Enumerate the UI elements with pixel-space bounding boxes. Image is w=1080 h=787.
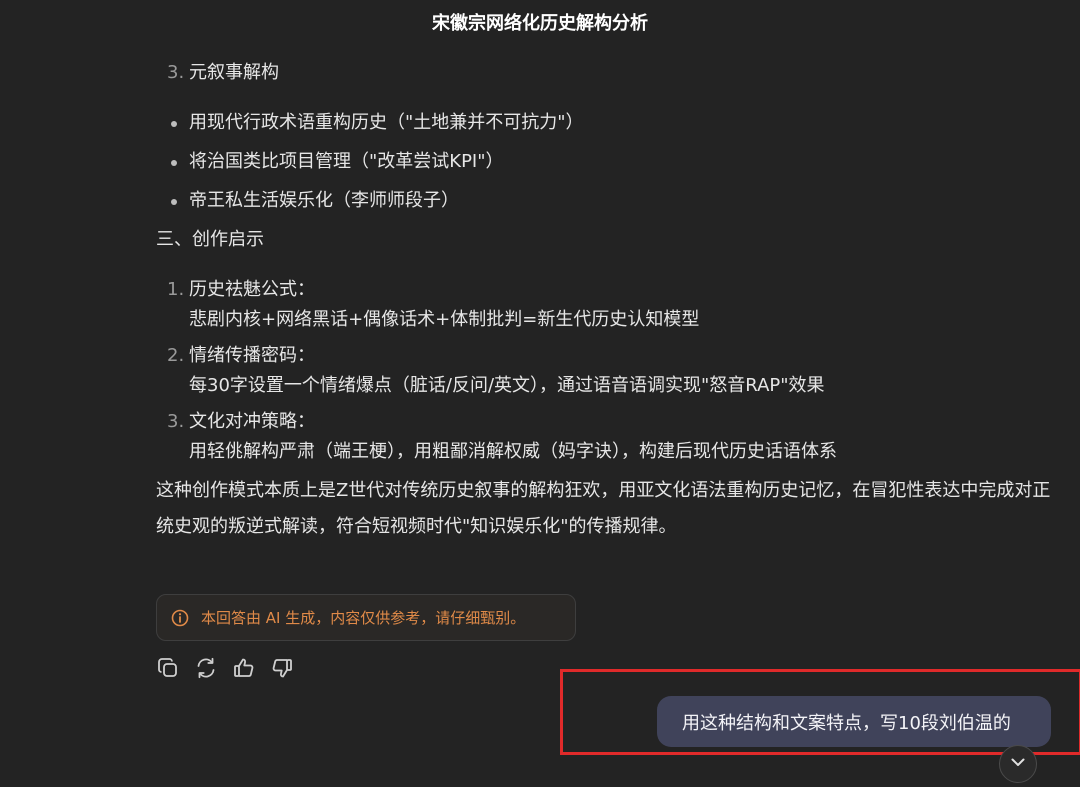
bullet-text: 帝王私生活娱乐化（李师师段子） xyxy=(189,190,459,211)
bullet-item: 用现代行政术语重构历史（"土地兼并不可抗力"） xyxy=(156,108,1056,138)
disclaimer-text: 本回答由 AI 生成，内容仅供参考，请仔细甄别。 xyxy=(201,609,526,627)
scroll-to-bottom-button[interactable] xyxy=(999,745,1037,783)
list-item: 3. 文化对冲策略： 用轻佻解构严肃（端王梗），用粗鄙消解权威（妈字诀），构建后… xyxy=(156,407,1056,467)
list-item: 1. 历史祛魅公式： 悲剧内核+网络黑话+偶像话术+体制批判=新生代历史认知模型 xyxy=(156,275,1056,335)
bullet-item: 将治国类比项目管理（"改革尝试KPI"） xyxy=(156,147,1056,177)
list-item-label: 文化对冲策略： xyxy=(189,411,315,432)
list-item-label: 元叙事解构 xyxy=(189,62,279,83)
list-item-label: 历史祛魅公式： xyxy=(189,279,315,300)
page-title: 宋徽宗网络化历史解构分析 xyxy=(432,13,648,34)
section-heading: 三、创作启示 xyxy=(156,229,264,250)
user-message-text: 用这种结构和文案特点，写10段刘伯温的 xyxy=(682,712,1011,734)
list-item-detail: 用轻佻解构严肃（端王梗），用粗鄙消解权威（妈字诀），构建后现代历史话语体系 xyxy=(189,441,837,462)
list-item-detail: 悲剧内核+网络黑话+偶像话术+体制批判=新生代历史认知模型 xyxy=(189,309,700,330)
user-message-bubble: 用这种结构和文案特点，写10段刘伯温的 xyxy=(657,696,1051,747)
message-actions xyxy=(156,656,294,680)
thumbs-down-icon[interactable] xyxy=(270,656,294,680)
list-number: 3. xyxy=(167,411,185,432)
ai-disclaimer-notice: 本回答由 AI 生成，内容仅供参考，请仔细甄别。 xyxy=(156,594,576,641)
chevron-down-icon xyxy=(1009,753,1027,775)
bullet-item: 帝王私生活娱乐化（李师师段子） xyxy=(156,186,1056,216)
list-item-label: 情绪传播密码： xyxy=(189,345,315,366)
list-item-meta-narrative: 3. 元叙事解构 xyxy=(156,58,1056,88)
regenerate-icon[interactable] xyxy=(194,656,218,680)
info-circle-icon xyxy=(171,609,189,627)
bullet-dot xyxy=(171,199,177,205)
thumbs-up-icon[interactable] xyxy=(232,656,256,680)
bullet-text: 将治国类比项目管理（"改革尝试KPI"） xyxy=(189,151,504,172)
bullet-dot xyxy=(171,160,177,166)
list-number: 3. xyxy=(167,62,185,83)
assistant-message: 3. 元叙事解构 用现代行政术语重构历史（"土地兼并不可抗力"） 将治国类比项目… xyxy=(156,58,1056,545)
list-item-detail: 每30字设置一个情绪爆点（脏话/反问/英文），通过语音语调实现"怒音RAP"效果 xyxy=(189,375,825,396)
conclusion-paragraph: 这种创作模式本质上是Z世代对传统历史叙事的解构狂欢，用亚文化语法重构历史记忆，在… xyxy=(156,480,1051,537)
bullet-list: 用现代行政术语重构历史（"土地兼并不可抗力"） 将治国类比项目管理（"改革尝试K… xyxy=(156,108,1056,216)
chat-page: 宋徽宗网络化历史解构分析 3. 元叙事解构 用现代行政术语重构历史（"土地兼并不… xyxy=(0,0,1080,787)
list-number: 1. xyxy=(167,279,185,300)
bullet-dot xyxy=(171,121,177,127)
bullet-text: 用现代行政术语重构历史（"土地兼并不可抗力"） xyxy=(189,112,584,133)
numbered-list: 1. 历史祛魅公式： 悲剧内核+网络黑话+偶像话术+体制批判=新生代历史认知模型… xyxy=(156,275,1056,467)
copy-icon[interactable] xyxy=(156,656,180,680)
list-number: 2. xyxy=(167,345,185,366)
list-item: 2. 情绪传播密码： 每30字设置一个情绪爆点（脏话/反问/英文），通过语音语调… xyxy=(156,341,1056,401)
